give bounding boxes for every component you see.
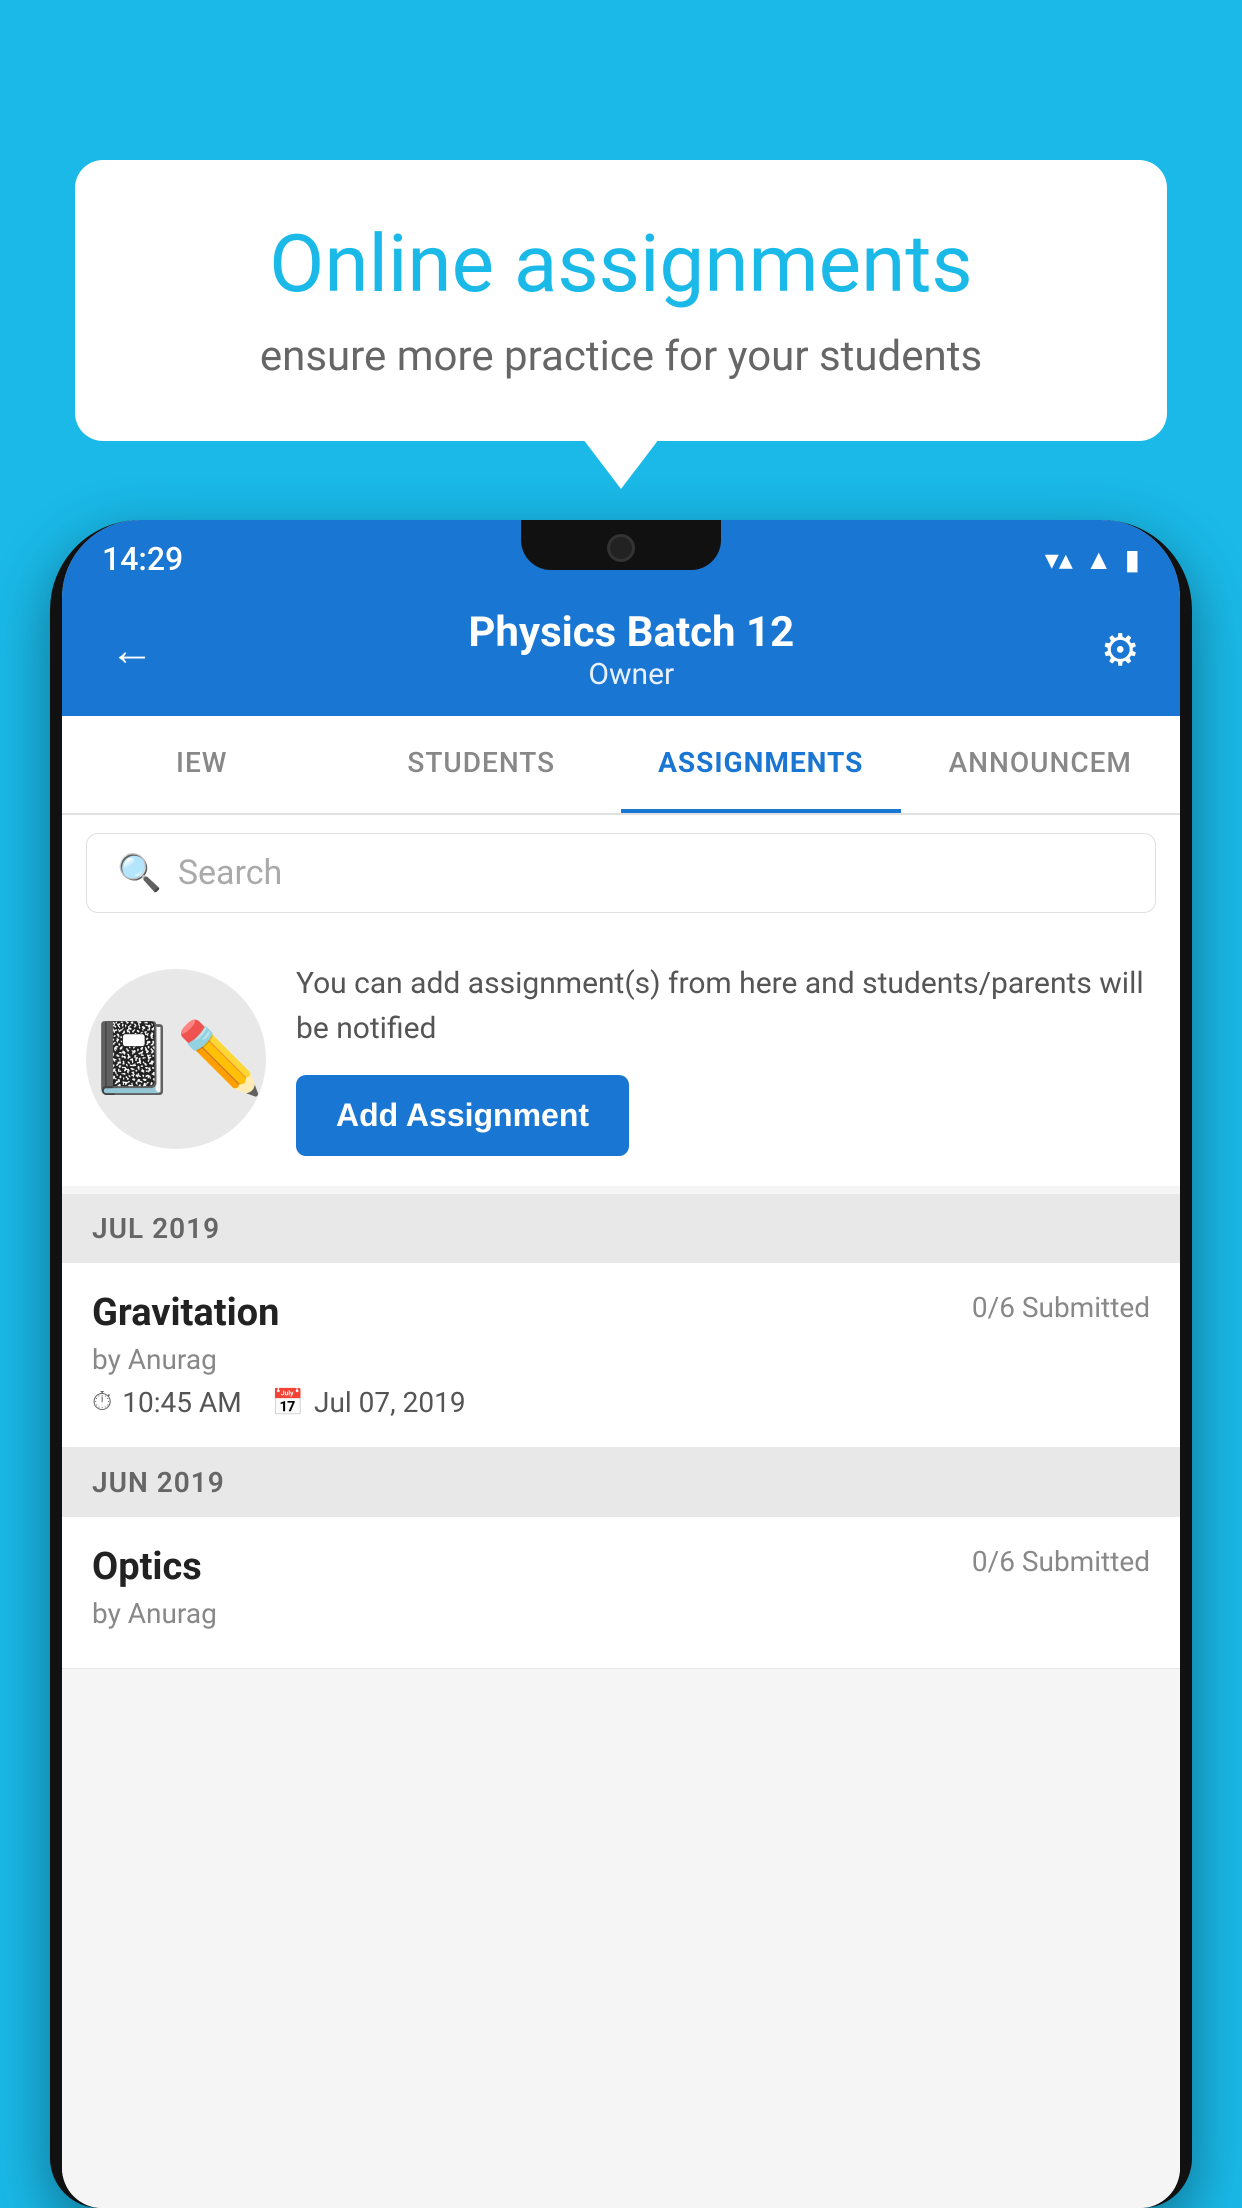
content-area: 🔍 Search 📓✏️ You can add assignment(s) f…: [62, 815, 1180, 2208]
tab-overview[interactable]: IEW: [62, 716, 342, 813]
camera-icon: [607, 534, 635, 562]
section-header-jul: JUL 2019: [62, 1194, 1180, 1263]
assignment-time-value: 10:45 AM: [122, 1386, 241, 1419]
promo-icon-circle: 📓✏️: [86, 969, 266, 1149]
promo-description: You can add assignment(s) from here and …: [296, 961, 1156, 1051]
signal-icon: ▲: [1085, 543, 1113, 576]
assignment-item-gravitation[interactable]: Gravitation 0/6 Submitted by Anurag ⏱ 10…: [62, 1263, 1180, 1448]
tab-students[interactable]: STUDENTS: [342, 716, 622, 813]
promo-section: 📓✏️ You can add assignment(s) from here …: [62, 931, 1180, 1186]
assignment-name: Gravitation: [92, 1291, 279, 1335]
section-header-jun: JUN 2019: [62, 1448, 1180, 1517]
assignment-name-optics: Optics: [92, 1545, 202, 1589]
search-placeholder-text: Search: [178, 853, 282, 893]
assignment-submitted-optics: 0/6 Submitted: [972, 1545, 1150, 1578]
assignment-author-optics: by Anurag: [92, 1597, 1150, 1630]
phone-notch: [521, 520, 721, 570]
search-bar[interactable]: 🔍 Search: [86, 833, 1156, 913]
assignment-date: 📅 Jul 07, 2019: [272, 1386, 466, 1419]
speech-bubble-subtitle: ensure more practice for your students: [145, 332, 1097, 381]
tabs-container: IEW STUDENTS ASSIGNMENTS ANNOUNCEM: [62, 716, 1180, 815]
settings-button[interactable]: ⚙: [1101, 624, 1140, 676]
battery-icon: ▮: [1125, 543, 1140, 576]
tab-announcements[interactable]: ANNOUNCEM: [901, 716, 1181, 813]
status-time: 14:29: [102, 540, 183, 578]
batch-role: Owner: [162, 657, 1101, 692]
back-button[interactable]: ←: [102, 616, 162, 684]
batch-title: Physics Batch 12: [162, 608, 1101, 657]
calendar-icon: 📅: [272, 1388, 304, 1418]
speech-bubble: Online assignments ensure more practice …: [75, 160, 1167, 441]
phone-screen: 14:29 ▾▴ ▲ ▮ ← Physics Batch 12 Owner ⚙ …: [62, 520, 1180, 2208]
promo-text-area: You can add assignment(s) from here and …: [296, 961, 1156, 1156]
assignment-top-row: Gravitation 0/6 Submitted: [92, 1291, 1150, 1335]
assignment-author: by Anurag: [92, 1343, 1150, 1376]
header-title-group: Physics Batch 12 Owner: [162, 608, 1101, 692]
phone-frame: 14:29 ▾▴ ▲ ▮ ← Physics Batch 12 Owner ⚙ …: [50, 520, 1192, 2208]
assignment-top-row-optics: Optics 0/6 Submitted: [92, 1545, 1150, 1589]
tab-assignments[interactable]: ASSIGNMENTS: [621, 716, 901, 813]
clock-icon: ⏱: [92, 1387, 112, 1418]
wifi-icon: ▾▴: [1045, 543, 1073, 576]
assignment-submitted: 0/6 Submitted: [972, 1291, 1150, 1324]
assignment-item-optics[interactable]: Optics 0/6 Submitted by Anurag: [62, 1517, 1180, 1669]
speech-bubble-container: Online assignments ensure more practice …: [75, 160, 1167, 441]
assignment-date-value: Jul 07, 2019: [314, 1386, 466, 1419]
app-header: ← Physics Batch 12 Owner ⚙: [62, 588, 1180, 716]
search-bar-container: 🔍 Search: [62, 815, 1180, 931]
status-icons: ▾▴ ▲ ▮: [1045, 543, 1140, 576]
assignment-time: ⏱ 10:45 AM: [92, 1386, 242, 1419]
notebook-icon: 📓✏️: [89, 1018, 263, 1100]
speech-bubble-title: Online assignments: [145, 220, 1097, 308]
search-icon: 🔍: [117, 852, 162, 894]
add-assignment-button[interactable]: Add Assignment: [296, 1075, 629, 1156]
assignment-time-row: ⏱ 10:45 AM 📅 Jul 07, 2019: [92, 1386, 1150, 1419]
